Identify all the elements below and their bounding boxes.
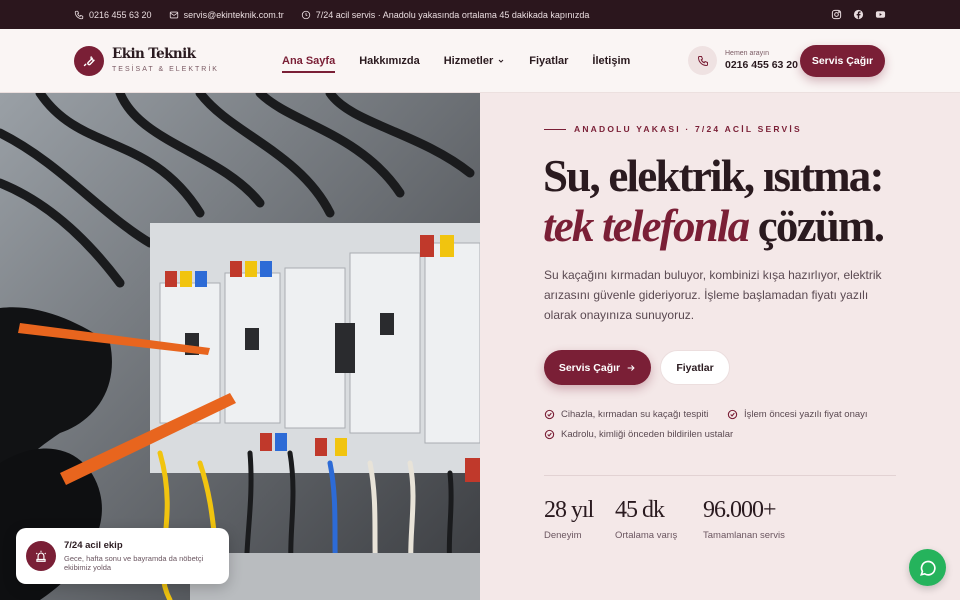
hero-title-line1: Su, elektrik, ısıtma: <box>543 151 885 201</box>
stat-label: Tamamlanan servis <box>703 530 785 541</box>
emergency-card: 7/24 acil ekip Gece, hafta sonu ve bayra… <box>16 528 229 584</box>
chevron-down-icon <box>498 59 504 63</box>
electrical-panel-illustration <box>0 93 480 600</box>
nav-item-contact[interactable]: İletişim <box>592 29 630 93</box>
hero-service-button[interactable]: Servis Çağır <box>544 350 651 385</box>
feature-check-label: Kadrolu, kimliği önceden bildirilen usta… <box>561 429 734 440</box>
main-nav: Ana Sayfa Hakkımızda Hizmetler Fiyatlar … <box>282 29 654 93</box>
stat-experience: 28 yıl Deneyim <box>544 497 594 541</box>
topbar-notice: 7/24 acil servis · Anadolu yakasında ort… <box>301 9 590 20</box>
hero-image <box>0 93 480 600</box>
clock-icon <box>301 10 310 19</box>
nav-item-services-label: Hizmetler <box>443 55 494 67</box>
topbar-phone[interactable]: 0216 455 63 20 <box>74 10 152 20</box>
feature-check-item: İşlem öncesi yazılı fiyat onayı <box>727 409 868 420</box>
nav-item-prices[interactable]: Fiyatlar <box>529 29 568 93</box>
topbar-notice-text: 7/24 acil servis · Anadolu yakasında ort… <box>315 9 590 20</box>
nav-item-about[interactable]: Hakkımızda <box>359 29 420 93</box>
whatsapp-button[interactable] <box>909 549 946 586</box>
hero-service-button-label: Servis Çağır <box>558 361 621 374</box>
header-service-button[interactable]: Servis Çağır <box>800 45 885 77</box>
topbar-email-text: servis@ekinteknik.com.tr <box>183 9 284 20</box>
feature-check-label: Cihazla, kırmadan su kaçağı tespiti <box>561 409 709 420</box>
emergency-card-title: 7/24 acil ekip <box>64 539 123 551</box>
nav-item-services[interactable]: Hizmetler <box>444 29 506 93</box>
check-circle-icon <box>544 429 555 440</box>
arrow-right-icon <box>627 364 635 371</box>
brand-tagline: TESİSAT & ELEKTRİK <box>112 65 219 73</box>
feature-check-item: Kadrolu, kimliği önceden bildirilen usta… <box>544 429 733 440</box>
brand-logo[interactable]: Ekin Teknik TESİSAT & ELEKTRİK <box>112 48 219 73</box>
wrench-icon[interactable] <box>74 45 104 76</box>
mail-icon <box>169 11 178 18</box>
instagram-icon[interactable] <box>830 9 842 21</box>
check-circle-icon <box>544 409 555 420</box>
header-call[interactable]: Hemen arayın 0216 455 63 20 <box>688 46 798 75</box>
stat-services: 96.000+ Tamamlanan servis <box>703 497 785 541</box>
chat-bubble-icon <box>919 560 936 576</box>
hero-eyebrow: ANADOLU YAKASI · 7/24 ACİL SERVİS <box>544 124 802 134</box>
hero-title-emphasis: tek telefonla <box>543 201 750 251</box>
feature-check-item: Cihazla, kırmadan su kaçağı tespiti <box>544 409 708 420</box>
hero-title: Su, elektrik, ısıtma: tek telefonla çözü… <box>543 151 885 251</box>
facebook-icon[interactable] <box>852 9 864 21</box>
stat-label: Ortalama varış <box>615 530 678 541</box>
top-bar: 0216 455 63 20 servis@ekinteknik.com.tr … <box>0 0 960 29</box>
topbar-phone-text: 0216 455 63 20 <box>89 9 152 20</box>
topbar-email[interactable]: servis@ekinteknik.com.tr <box>169 10 284 20</box>
brand-name: Ekin Teknik <box>112 46 196 63</box>
stat-value: 45 dk <box>615 497 665 523</box>
stat-value: 28 yıl <box>544 497 594 523</box>
hero-prices-button[interactable]: Fiyatlar <box>660 350 730 385</box>
hero-content: ANADOLU YAKASI · 7/24 ACİL SERVİS Su, el… <box>480 93 960 600</box>
site-header: Ekin Teknik TESİSAT & ELEKTRİK Ana Sayfa… <box>0 29 960 93</box>
feature-check-label: İşlem öncesi yazılı fiyat onayı <box>744 409 868 420</box>
nav-item-home[interactable]: Ana Sayfa <box>282 29 336 93</box>
stats-divider <box>544 475 896 476</box>
hero-title-end: çözüm. <box>748 201 885 251</box>
siren-icon <box>26 541 56 571</box>
call-label: Hemen arayın <box>725 50 769 58</box>
youtube-icon[interactable] <box>874 9 886 21</box>
phone-icon <box>688 46 717 75</box>
emergency-card-text: Gece, hafta sonu ve bayramda da nöbetçi … <box>64 553 204 572</box>
phone-icon <box>74 10 84 19</box>
call-number: 0216 455 63 20 <box>725 59 798 72</box>
hero-lead: Su kaçağını kırmadan buluyor, kombinizi … <box>544 268 882 322</box>
stat-arrival: 45 dk Ortalama varış <box>615 497 677 541</box>
social-links <box>830 9 886 21</box>
stat-label: Deneyim <box>544 530 582 541</box>
stat-value: 96.000+ <box>703 497 777 523</box>
check-circle-icon <box>727 409 738 420</box>
